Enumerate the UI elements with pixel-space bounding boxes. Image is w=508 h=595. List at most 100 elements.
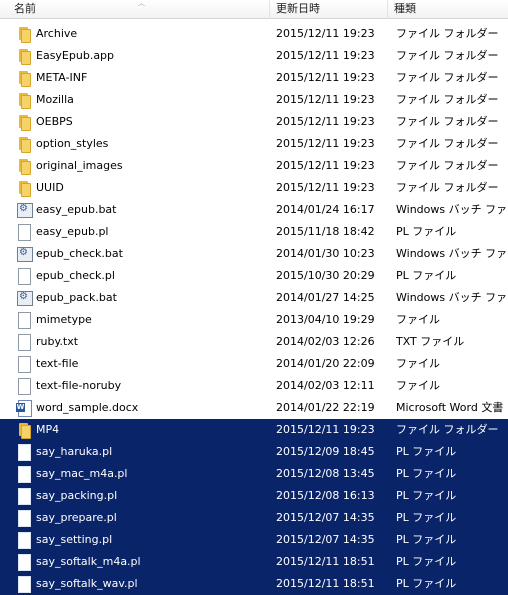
file-modified-date: 2014/01/20 22:09 — [276, 357, 375, 370]
file-type: ファイル — [396, 313, 440, 326]
file-row[interactable]: Archive 2015/12/11 19:23 ファイル フォルダー — [0, 23, 508, 45]
file-row[interactable]: easy_epub.bat 2014/01/24 16:17 Windows バッチ… — [0, 199, 508, 221]
file-type: PL ファイル — [396, 489, 457, 502]
file-type: PL ファイル — [396, 533, 457, 546]
file-row[interactable]: original_images 2015/12/11 19:23 ファイル フォルダ… — [0, 155, 508, 177]
file-row[interactable]: OEBPS 2015/12/11 19:23 ファイル フォルダー — [0, 111, 508, 133]
file-type: Windows バッチ ファ... — [396, 291, 508, 304]
file-name: say_packing.pl — [36, 489, 118, 502]
file-modified-date: 2015/12/11 19:23 — [276, 181, 375, 194]
file-type: PL ファイル — [396, 511, 457, 524]
file-type: ファイル フォルダー — [396, 49, 499, 62]
folder-icon — [16, 92, 32, 109]
file-modified-date: 2015/12/11 19:23 — [276, 115, 375, 128]
folder-icon — [16, 136, 32, 153]
file-name: say_softalk_wav.pl — [36, 577, 138, 590]
file-modified-date: 2015/12/11 19:23 — [276, 27, 375, 40]
file-row[interactable]: say_packing.pl 2015/12/08 16:13 PL ファイル — [0, 485, 508, 507]
column-header-type[interactable]: 種類 — [388, 0, 508, 19]
file-row[interactable]: word_sample.docx 2014/01/22 22:19 Microsof… — [0, 397, 508, 419]
file-row[interactable]: epub_check.bat 2014/01/30 10:23 Windows バッ… — [0, 243, 508, 265]
file-row[interactable]: epub_pack.bat 2014/01/27 14:25 Windows バッチ… — [0, 287, 508, 309]
file-name: say_mac_m4a.pl — [36, 467, 128, 480]
file-row[interactable]: ruby.txt 2014/02/03 12:26 TXT ファイル — [0, 331, 508, 353]
file-name: epub_pack.bat — [36, 291, 117, 304]
file-row[interactable]: option_styles 2015/12/11 19:23 ファイル フォルダー — [0, 133, 508, 155]
file-row[interactable]: say_prepare.pl 2015/12/07 14:35 PL ファイル — [0, 507, 508, 529]
file-name: epub_check.pl — [36, 269, 115, 282]
document-icon — [16, 378, 32, 395]
file-list: Archive 2015/12/11 19:23 ファイル フォルダー EasyEpu… — [0, 23, 508, 595]
file-row[interactable]: Mozilla 2015/12/11 19:23 ファイル フォルダー — [0, 89, 508, 111]
file-row[interactable]: epub_check.pl 2015/10/30 20:29 PL ファイル — [0, 265, 508, 287]
folder-icon — [16, 180, 32, 197]
folder-icon — [16, 70, 32, 87]
file-modified-date: 2015/12/08 16:13 — [276, 489, 375, 502]
batch-file-icon — [16, 202, 33, 218]
document-icon — [16, 466, 32, 483]
document-icon — [16, 532, 32, 549]
file-modified-date: 2014/02/03 12:11 — [276, 379, 375, 392]
column-header-name[interactable]: 名前 ︿ — [8, 0, 270, 19]
file-name: easy_epub.bat — [36, 203, 117, 216]
file-row[interactable]: MP4 2015/12/11 19:23 ファイル フォルダー — [0, 419, 508, 441]
file-row[interactable]: EasyEpub.app 2015/12/11 19:23 ファイル フォルダー — [0, 45, 508, 67]
file-name: word_sample.docx — [36, 401, 139, 414]
word-document-icon — [16, 400, 32, 417]
file-row[interactable]: say_softalk_wav.pl 2015/12/11 18:51 PL ファイ… — [0, 573, 508, 595]
file-name: say_softalk_m4a.pl — [36, 555, 141, 568]
file-type: ファイル フォルダー — [396, 159, 499, 172]
file-type: Windows バッチ ファ... — [396, 203, 508, 216]
file-modified-date: 2015/10/30 20:29 — [276, 269, 375, 282]
file-name: say_prepare.pl — [36, 511, 117, 524]
file-name: text-file-noruby — [36, 379, 122, 392]
file-modified-date: 2015/12/11 19:23 — [276, 137, 375, 150]
file-modified-date: 2015/12/11 19:23 — [276, 49, 375, 62]
column-header-date[interactable]: 更新日時 — [270, 0, 388, 19]
document-icon — [16, 444, 32, 461]
file-type: Windows バッチ ファ... — [396, 247, 508, 260]
file-type: ファイル フォルダー — [396, 93, 499, 106]
file-row[interactable]: say_haruka.pl 2015/12/09 18:45 PL ファイル — [0, 441, 508, 463]
file-type: TXT ファイル — [396, 335, 465, 348]
file-modified-date: 2015/12/11 19:23 — [276, 71, 375, 84]
file-type: ファイル フォルダー — [396, 137, 499, 150]
file-modified-date: 2014/01/22 22:19 — [276, 401, 375, 414]
file-type: ファイル フォルダー — [396, 115, 499, 128]
file-modified-date: 2014/01/30 10:23 — [276, 247, 375, 260]
file-modified-date: 2015/12/07 14:35 — [276, 511, 375, 524]
column-header-name-label: 名前 — [14, 2, 36, 15]
folder-icon — [16, 422, 32, 439]
folder-icon — [16, 48, 32, 65]
document-icon — [16, 510, 32, 527]
file-row[interactable]: text-file-noruby 2014/02/03 12:11 ファイル — [0, 375, 508, 397]
file-row[interactable]: text-file 2014/01/20 22:09 ファイル — [0, 353, 508, 375]
document-icon — [16, 576, 32, 593]
file-modified-date: 2015/12/11 19:23 — [276, 159, 375, 172]
file-row[interactable]: say_setting.pl 2015/12/07 14:35 PL ファイル — [0, 529, 508, 551]
file-type: ファイル フォルダー — [396, 181, 499, 194]
file-row[interactable]: say_softalk_m4a.pl 2015/12/11 18:51 PL ファイ… — [0, 551, 508, 573]
file-name: easy_epub.pl — [36, 225, 109, 238]
file-name: epub_check.bat — [36, 247, 123, 260]
file-row[interactable]: UUID 2015/12/11 19:23 ファイル フォルダー — [0, 177, 508, 199]
file-modified-date: 2013/04/10 19:29 — [276, 313, 375, 326]
file-modified-date: 2014/02/03 12:26 — [276, 335, 375, 348]
file-type: PL ファイル — [396, 577, 457, 590]
file-type: PL ファイル — [396, 555, 457, 568]
file-row[interactable]: META-INF 2015/12/11 19:23 ファイル フォルダー — [0, 67, 508, 89]
folder-icon — [16, 158, 32, 175]
batch-file-icon — [16, 246, 33, 262]
file-row[interactable]: mimetype 2013/04/10 19:29 ファイル — [0, 309, 508, 331]
file-modified-date: 2015/12/11 18:51 — [276, 577, 375, 590]
file-name: MP4 — [36, 423, 60, 436]
batch-file-icon — [16, 290, 33, 306]
file-modified-date: 2015/12/08 13:45 — [276, 467, 375, 480]
file-row[interactable]: say_mac_m4a.pl 2015/12/08 13:45 PL ファイル — [0, 463, 508, 485]
file-name: option_styles — [36, 137, 109, 150]
file-name: OEBPS — [36, 115, 73, 128]
sort-ascending-icon: ︿ — [138, 0, 145, 7]
file-name: say_haruka.pl — [36, 445, 113, 458]
file-row[interactable]: easy_epub.pl 2015/11/18 18:42 PL ファイル — [0, 221, 508, 243]
column-header-date-label: 更新日時 — [276, 2, 320, 15]
